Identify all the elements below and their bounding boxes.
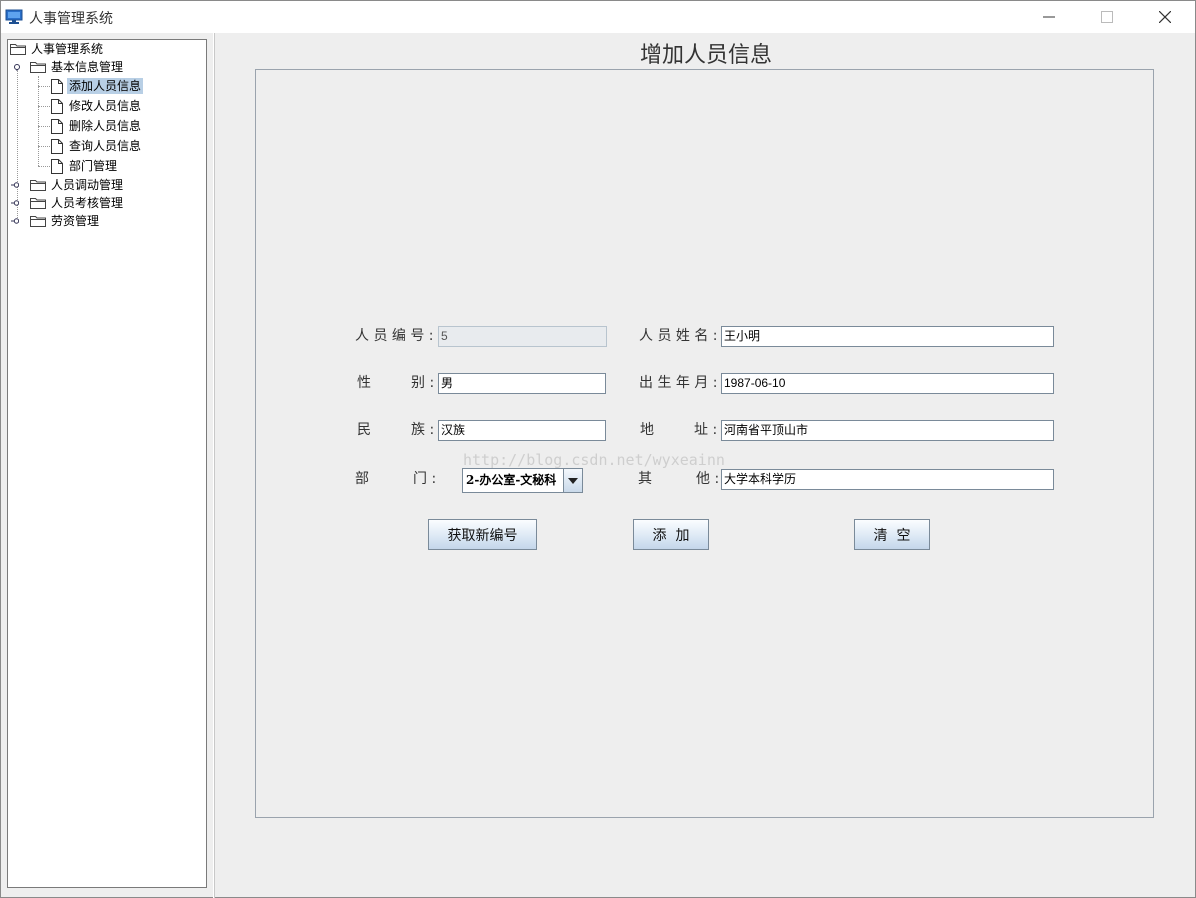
department-select[interactable]: 2-办公室-文秘科 bbox=[462, 468, 583, 493]
close-icon bbox=[1159, 11, 1171, 23]
tree-group-transfer[interactable]: 人员调动管理 bbox=[30, 176, 125, 194]
tree-group-label: 劳资管理 bbox=[51, 214, 100, 228]
get-new-id-button[interactable]: 获取新编号 bbox=[428, 519, 537, 550]
tree-item-edit-person[interactable]: 修改人员信息 bbox=[51, 97, 143, 115]
label-dept-b: 门 : bbox=[413, 471, 437, 487]
tree-item-label: 部门管理 bbox=[69, 159, 118, 173]
split-pane-divider[interactable] bbox=[213, 33, 215, 898]
tree-item-label: 添加人员信息 bbox=[67, 78, 144, 94]
department-select-value: 2-办公室-文秘科 bbox=[466, 473, 557, 487]
page-title: 增加人员信息 bbox=[639, 43, 772, 68]
label-person-id: 人 员 编 号 : bbox=[355, 328, 434, 344]
label-gender-b: 别 : bbox=[411, 375, 435, 391]
document-icon bbox=[51, 158, 63, 174]
app-window: 人事管理系统 人事管理系统 基本信息管理 添加人员信息 修改人员信息 删除人员信… bbox=[0, 0, 1196, 898]
document-icon bbox=[51, 138, 63, 154]
expand-handle-icon[interactable] bbox=[11, 217, 19, 225]
close-button[interactable] bbox=[1136, 1, 1194, 33]
ethnicity-field[interactable]: 汉族 bbox=[438, 420, 606, 441]
tree-item-delete-person[interactable]: 删除人员信息 bbox=[51, 117, 143, 135]
label-address-a: 地 bbox=[640, 422, 654, 438]
department-dropdown-button[interactable] bbox=[563, 469, 582, 492]
tree-connector bbox=[38, 106, 50, 107]
tree-connector bbox=[38, 126, 50, 127]
tree-group-payroll[interactable]: 劳资管理 bbox=[30, 212, 101, 230]
label-dept-a: 部 bbox=[355, 471, 369, 487]
minimize-icon bbox=[1043, 16, 1055, 18]
address-field[interactable]: 河南省平顶山市 bbox=[721, 420, 1054, 441]
clear-button[interactable]: 清 空 bbox=[854, 519, 930, 550]
watermark: http://blog.csdn.net/wyxeainn bbox=[463, 451, 725, 469]
minimize-button[interactable] bbox=[1020, 1, 1078, 33]
label-birth: 出 生 年 月 : bbox=[639, 375, 718, 391]
label-other-a: 其 bbox=[638, 471, 652, 487]
tree-group-label: 人员调动管理 bbox=[51, 178, 124, 192]
folder-icon bbox=[30, 198, 46, 209]
folder-icon bbox=[30, 180, 46, 191]
folder-icon bbox=[30, 216, 46, 227]
window-title: 人事管理系统 bbox=[29, 11, 113, 27]
label-ethnicity-b: 族 : bbox=[411, 422, 435, 438]
tree-connector bbox=[38, 166, 50, 167]
person-name-field[interactable]: 王小明 bbox=[721, 326, 1054, 347]
add-button[interactable]: 添 加 bbox=[633, 519, 709, 550]
tree-group-label: 人员考核管理 bbox=[51, 196, 124, 210]
document-icon bbox=[51, 78, 63, 94]
document-icon bbox=[51, 98, 63, 114]
label-gender-a: 性 bbox=[357, 375, 371, 391]
label-address-b: 址 : bbox=[694, 422, 718, 438]
tree-connector bbox=[38, 146, 50, 147]
tree-item-label: 修改人员信息 bbox=[69, 99, 142, 113]
maximize-button[interactable] bbox=[1078, 1, 1136, 33]
expand-handle-icon[interactable] bbox=[11, 199, 19, 207]
label-person-name: 人 员 姓 名 : bbox=[639, 328, 718, 344]
tree-item-add-person[interactable]: 添加人员信息 bbox=[51, 77, 144, 95]
maximize-icon bbox=[1101, 11, 1113, 23]
expand-handle-icon[interactable] bbox=[11, 181, 19, 189]
gender-field[interactable]: 男 bbox=[438, 373, 606, 394]
chevron-down-icon bbox=[568, 477, 578, 484]
tree-connector bbox=[38, 86, 50, 87]
tree-item-department[interactable]: 部门管理 bbox=[51, 157, 119, 175]
title-bar: 人事管理系统 bbox=[1, 1, 1195, 33]
tree-connector bbox=[38, 76, 39, 166]
form-panel bbox=[255, 69, 1154, 818]
monitor-icon bbox=[5, 9, 23, 24]
tree-group-assessment[interactable]: 人员考核管理 bbox=[30, 194, 125, 212]
birth-date-field[interactable]: 1987-06-10 bbox=[721, 373, 1054, 394]
other-field[interactable]: 大学本科学历 bbox=[721, 469, 1054, 490]
tree-item-label: 查询人员信息 bbox=[69, 139, 142, 153]
tree-item-query-person[interactable]: 查询人员信息 bbox=[51, 137, 143, 155]
label-ethnicity-a: 民 bbox=[357, 422, 371, 438]
label-other-b: 他 : bbox=[696, 471, 720, 487]
navigation-tree: 人事管理系统 基本信息管理 添加人员信息 修改人员信息 删除人员信息 查询人员信… bbox=[7, 39, 207, 888]
document-icon bbox=[51, 118, 63, 134]
tree-item-label: 删除人员信息 bbox=[69, 119, 142, 133]
person-id-field[interactable]: 5 bbox=[438, 326, 607, 347]
